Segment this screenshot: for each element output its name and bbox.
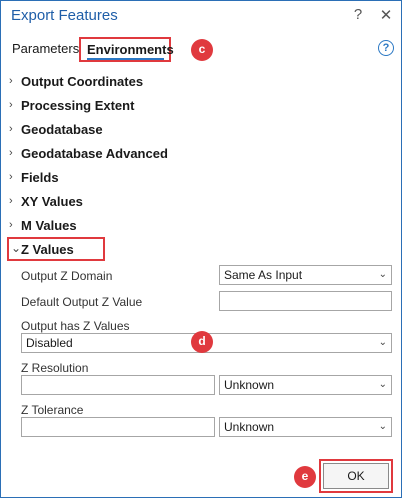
section-label: Geodatabase Advanced	[21, 146, 168, 161]
section-z-values[interactable]: ⌄ Z Values	[7, 237, 105, 261]
z-resolution-label: Z Resolution	[21, 361, 89, 375]
section-label: Output Coordinates	[21, 74, 144, 89]
section-m-values[interactable]: › M Values	[7, 215, 307, 237]
section-fields[interactable]: › Fields	[7, 167, 307, 189]
section-xy-values[interactable]: › XY Values	[7, 191, 307, 213]
chevron-right-icon: ›	[9, 195, 13, 207]
chevron-right-icon: ›	[9, 99, 13, 111]
output-z-domain-select[interactable]: Same As Input ⌄	[219, 265, 392, 285]
selected-value: Same As Input	[224, 268, 303, 282]
selected-value: Unknown	[224, 420, 275, 434]
chevron-down-icon: ⌄	[378, 379, 387, 390]
section-label: XY Values	[21, 194, 83, 209]
help-circle-icon[interactable]: ?	[378, 40, 394, 56]
ok-button[interactable]: OK	[323, 463, 389, 489]
chevron-right-icon: ›	[9, 147, 13, 159]
output-z-domain-label: Output Z Domain	[21, 269, 113, 283]
chevron-down-icon: ⌄	[11, 241, 22, 255]
callout-badge-c: c	[191, 39, 213, 61]
z-resolution-unit-select[interactable]: Unknown ⌄	[219, 375, 392, 395]
section-geodatabase[interactable]: › Geodatabase	[7, 119, 307, 141]
section-label: Z Values	[21, 242, 74, 257]
section-label: Geodatabase	[21, 122, 103, 137]
section-output-coordinates[interactable]: › Output Coordinates	[7, 71, 307, 93]
dialog-title: Export Features	[11, 7, 118, 24]
chevron-down-icon: ⌄	[378, 337, 387, 348]
chevron-right-icon: ›	[9, 219, 13, 231]
tab-parameters[interactable]: Parameters	[12, 41, 79, 56]
section-label: M Values	[21, 218, 77, 233]
z-tolerance-unit-select[interactable]: Unknown ⌄	[219, 417, 392, 437]
export-features-dialog: Export Features ? ✕ Parameters Environme…	[0, 0, 402, 498]
chevron-right-icon: ›	[9, 75, 13, 87]
chevron-down-icon: ⌄	[378, 269, 387, 280]
default-output-z-value-label: Default Output Z Value	[21, 295, 143, 309]
selected-value: Unknown	[224, 378, 275, 392]
z-resolution-input[interactable]	[21, 375, 215, 395]
callout-badge-d: d	[191, 331, 213, 353]
active-tab-underline	[87, 58, 164, 60]
close-button[interactable]: ✕	[376, 6, 396, 24]
section-label: Processing Extent	[21, 98, 135, 113]
selected-value: Disabled	[26, 336, 73, 350]
section-label: Fields	[21, 170, 59, 185]
help-button[interactable]: ?	[348, 6, 368, 23]
chevron-right-icon: ›	[9, 171, 13, 183]
tab-bar: Parameters Environments c ?	[1, 35, 401, 65]
output-has-z-values-label: Output has Z Values	[21, 319, 130, 333]
chevron-down-icon: ⌄	[378, 421, 387, 432]
tab-environments-label: Environments	[87, 42, 174, 57]
section-geodatabase-advanced[interactable]: › Geodatabase Advanced	[7, 143, 307, 165]
tab-environments[interactable]: Environments	[79, 37, 174, 62]
z-tolerance-input[interactable]	[21, 417, 215, 437]
title-bar: Export Features ? ✕	[1, 1, 401, 31]
chevron-right-icon: ›	[9, 123, 13, 135]
default-output-z-value-input[interactable]	[219, 291, 392, 311]
section-processing-extent[interactable]: › Processing Extent	[7, 95, 307, 117]
callout-badge-e: e	[294, 466, 316, 488]
z-tolerance-label: Z Tolerance	[21, 403, 84, 417]
